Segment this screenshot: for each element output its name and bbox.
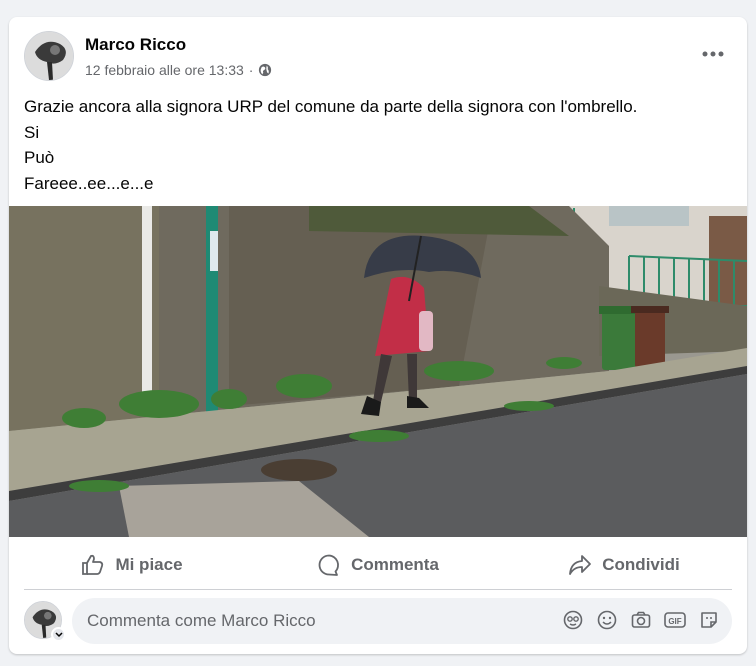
more-dots-icon — [702, 51, 724, 57]
profile-switch-button[interactable] — [51, 627, 66, 642]
emoji-icon[interactable] — [596, 609, 618, 631]
meta-separator: · — [248, 62, 254, 78]
share-label: Condividi — [602, 555, 680, 574]
author-name[interactable]: Marco Ricco — [85, 35, 186, 55]
svg-text:GIF: GIF — [668, 617, 681, 626]
avatar-sticker-icon[interactable] — [562, 609, 584, 631]
more-options-button[interactable] — [695, 39, 731, 69]
comment-button[interactable]: Commenta — [255, 545, 501, 585]
post-header: Marco Ricco 12 febbraio alle ore 13:33 · — [9, 17, 747, 87]
author-avatar[interactable] — [24, 31, 74, 81]
sticker-icon[interactable] — [698, 609, 720, 631]
comment-placeholder: Commenta come Marco Ricco — [87, 611, 316, 630]
comment-label: Commenta — [351, 555, 439, 574]
post-photo[interactable] — [9, 206, 747, 537]
share-arrow-icon — [569, 555, 592, 575]
globe-icon[interactable] — [258, 63, 272, 77]
actions-divider — [24, 589, 732, 590]
post-text-line: Grazie ancora alla signora URP del comun… — [24, 97, 638, 116]
post-text-line: Può — [24, 148, 55, 167]
post-text: Grazie ancora alla signora URP del comun… — [24, 94, 724, 196]
camera-icon[interactable] — [630, 609, 652, 631]
post-text-line: Si — [24, 122, 40, 142]
photo-scene — [9, 206, 747, 537]
comment-input[interactable]: Commenta come Marco Ricco GIF — [72, 598, 732, 644]
comment-composer: Commenta come Marco Ricco GIF — [9, 597, 747, 647]
like-button[interactable]: Mi piace — [9, 545, 255, 585]
gif-icon[interactable]: GIF — [664, 609, 686, 631]
post-text-line: Fareee..ee...e...e — [24, 173, 154, 193]
post-meta: 12 febbraio alle ore 13:33 · — [85, 62, 272, 78]
share-button[interactable]: Condividi — [501, 545, 747, 585]
chevron-down-icon — [54, 631, 63, 637]
comment-bubble-icon — [318, 554, 340, 576]
post-actions: Mi piace Commenta Condividi — [9, 545, 747, 585]
comment-tools: GIF — [562, 609, 720, 631]
post-card: Marco Ricco 12 febbraio alle ore 13:33 ·… — [9, 17, 747, 654]
like-label: Mi piace — [115, 555, 183, 574]
thumbs-up-icon — [82, 554, 104, 575]
post-timestamp[interactable]: 12 febbraio alle ore 13:33 — [85, 62, 244, 78]
